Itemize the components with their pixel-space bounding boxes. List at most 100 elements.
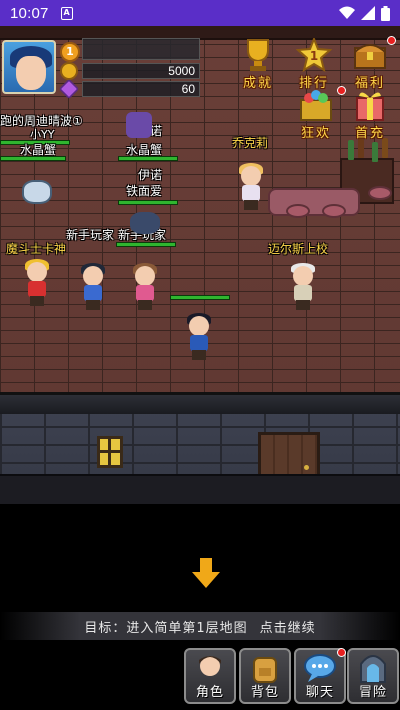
character-icon <box>199 656 221 676</box>
bottle-decoration <box>382 138 388 158</box>
status-time: 10:07 <box>10 4 49 22</box>
adventure-portal-icon <box>360 655 386 683</box>
npc-head <box>27 262 47 282</box>
npc-legs <box>30 296 44 306</box>
goal-label: 目标： <box>84 620 127 636</box>
achievement-button[interactable]: 成就 <box>232 38 284 91</box>
npc-head <box>293 266 313 286</box>
wolf-monster[interactable] <box>130 206 160 250</box>
backpack-icon <box>253 657 277 683</box>
nav-label: 聊天 <box>305 685 334 700</box>
npc-legs <box>86 300 100 310</box>
hp-bar <box>0 156 66 161</box>
bottle-decoration <box>358 138 364 158</box>
ground-strip <box>0 474 400 504</box>
tavern-table <box>268 188 360 216</box>
trophy-icon <box>247 39 269 71</box>
level-badge: 1 <box>60 42 80 62</box>
npc-legs <box>296 300 310 310</box>
gem-row: 60 <box>58 78 200 100</box>
npc-maers[interactable] <box>288 263 318 310</box>
nav-label: 角色 <box>195 685 224 700</box>
treasure-chest-icon <box>354 44 386 69</box>
gift-box-icon <box>300 90 332 121</box>
status-bar: 10:07 A <box>0 0 400 26</box>
npc-name-label: 铁面爱 <box>126 184 163 198</box>
avatar-face <box>16 56 46 90</box>
signal-icon <box>361 6 375 20</box>
goal-bar[interactable]: 目标： 进入简单第1层地图 点击继续 <box>0 612 400 640</box>
bottle-decoration <box>372 142 378 162</box>
gift-ribbon-icon <box>356 92 384 121</box>
ranking-button[interactable]: 1 排行 <box>288 36 340 91</box>
crystal-crab-monster[interactable] <box>22 172 52 216</box>
hp-bar <box>118 200 178 205</box>
yinuo-monster[interactable] <box>124 108 154 152</box>
monster-body <box>126 112 152 138</box>
player-body <box>190 335 208 351</box>
npc-body <box>294 285 312 301</box>
gold-value: 5000 <box>82 63 200 79</box>
welfare-button[interactable]: 福利 <box>344 36 396 91</box>
carnival-button[interactable]: 狂欢 <box>290 86 346 141</box>
crab-shell <box>22 180 52 204</box>
npc-body <box>242 185 260 201</box>
door-knob <box>304 465 309 470</box>
npc-modou[interactable] <box>22 259 52 306</box>
bottle-decoration <box>348 140 354 160</box>
monster-body <box>130 212 160 234</box>
npc-qiaokeli[interactable] <box>236 163 266 210</box>
player-avatar[interactable] <box>2 40 56 94</box>
notification-dot <box>387 36 396 45</box>
npc-legs <box>244 200 258 210</box>
down-arrow-icon <box>192 558 220 588</box>
npc-name-label: 新手玩家 <box>66 228 115 242</box>
npc-legs <box>138 300 152 310</box>
player-hp-bar <box>170 295 230 300</box>
nav-label: 背包 <box>250 685 279 700</box>
player-name-panel <box>82 38 200 60</box>
player-head <box>189 316 209 336</box>
hp-bar <box>118 156 178 161</box>
goal-text: 进入简单第1层地图 <box>126 620 248 636</box>
chat-button[interactable]: 聊天 <box>294 648 346 704</box>
role-button[interactable]: 角色 <box>184 648 236 704</box>
gold-coin-icon <box>60 62 78 80</box>
newbie-player-2[interactable] <box>130 263 160 310</box>
lit-window <box>97 436 123 468</box>
gold-row: 5000 <box>60 62 200 80</box>
chat-bubble-icon <box>304 654 336 682</box>
tavern-stool <box>368 186 392 200</box>
tavern-stool <box>322 204 346 218</box>
npc-name-label: 乔克莉 <box>232 136 269 150</box>
npc-body <box>28 281 46 297</box>
adventure-button[interactable]: 冒险 <box>347 648 399 704</box>
npc-name-label: 伊诺 <box>138 168 163 182</box>
npc-head <box>83 266 103 286</box>
gem-icon <box>58 78 80 100</box>
wifi-icon <box>339 6 355 19</box>
backpack-button[interactable]: 背包 <box>239 648 291 704</box>
menu-label: 成就 <box>242 76 273 91</box>
npc-body <box>136 285 154 301</box>
star-badge-icon: 1 <box>295 36 333 73</box>
tavern-stool <box>286 204 310 218</box>
npc-head <box>135 266 155 286</box>
npc-name-label: 魔斗士卡神 <box>6 242 67 256</box>
tavern-top-wall <box>0 26 400 40</box>
goal-action: 点击继续 <box>259 620 316 636</box>
nav-label: 冒险 <box>358 685 387 700</box>
battery-icon <box>381 5 390 21</box>
first-recharge-button[interactable]: 首充 <box>344 88 396 141</box>
menu-label: 首充 <box>354 126 385 141</box>
menu-label: 狂欢 <box>300 126 331 141</box>
npc-head <box>241 166 261 186</box>
player-character[interactable] <box>184 313 214 360</box>
wall-ledge <box>0 392 400 414</box>
npc-body <box>84 285 102 301</box>
player-legs <box>192 350 206 360</box>
svg-text:1: 1 <box>310 49 318 63</box>
gem-value: 60 <box>82 81 200 97</box>
sim-card-icon: A <box>60 6 73 20</box>
newbie-player-1[interactable] <box>78 263 108 310</box>
